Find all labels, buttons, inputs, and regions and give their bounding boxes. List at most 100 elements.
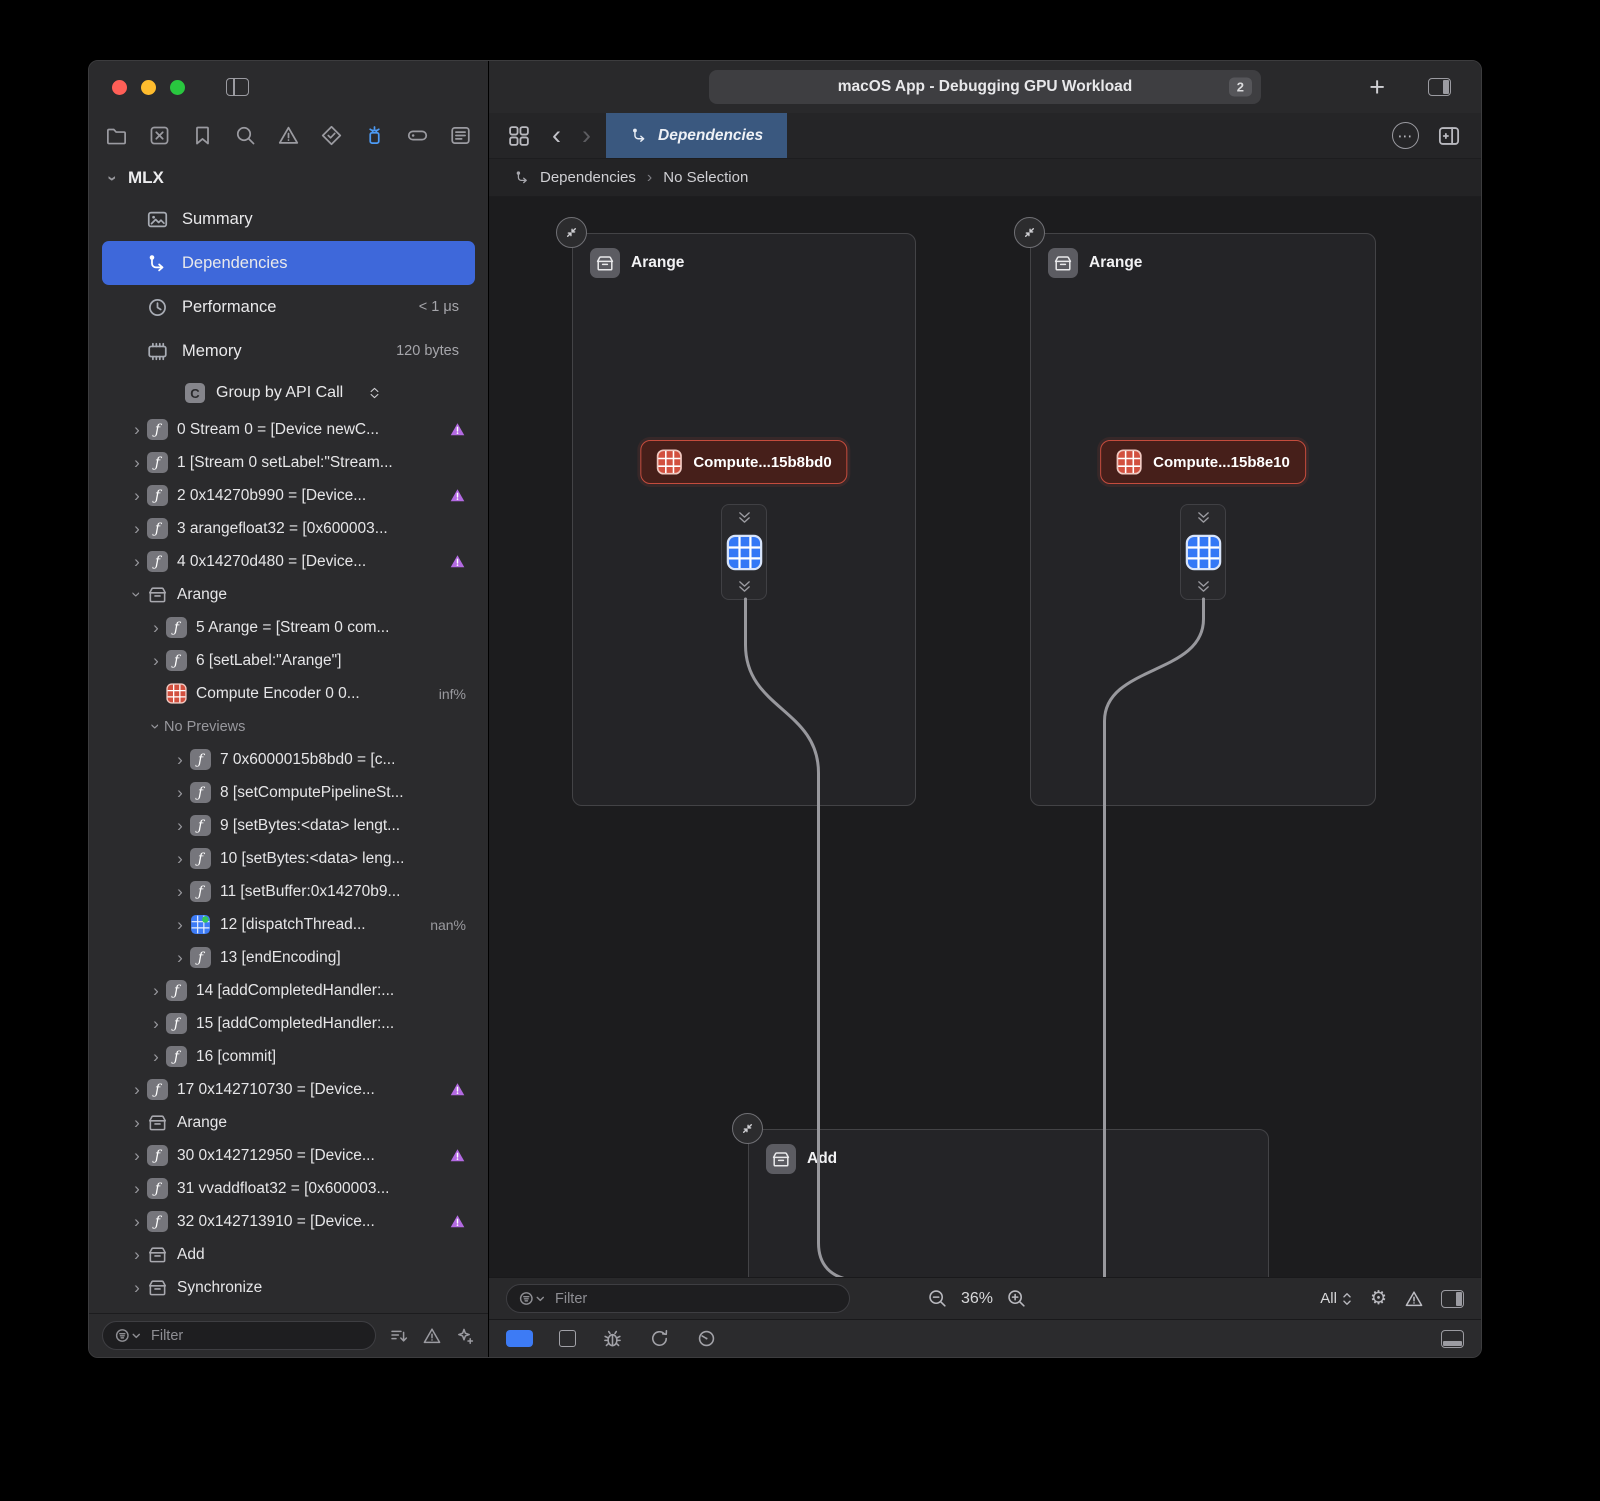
runtime-warning-icon[interactable] bbox=[449, 553, 466, 570]
group-by-api-call[interactable]: C Group by API Call bbox=[89, 373, 488, 413]
tree-row[interactable]: ›ƒ11 [setBuffer:0x14270b9... bbox=[89, 875, 488, 908]
collapse-group-icon[interactable] bbox=[556, 217, 587, 248]
add-editor-icon[interactable] bbox=[1437, 124, 1461, 148]
navigator-tag-icon[interactable] bbox=[406, 124, 429, 147]
refresh-icon[interactable] bbox=[649, 1328, 670, 1349]
forward-button[interactable]: › bbox=[582, 123, 591, 147]
collapse-group-icon[interactable] bbox=[732, 1113, 763, 1144]
compute-encoder-node[interactable]: Compute...15b8e10 bbox=[1100, 440, 1306, 484]
zoom-in-icon[interactable] bbox=[1006, 1288, 1027, 1309]
tree-row[interactable]: ›ƒ15 [addCompletedHandler:... bbox=[89, 1007, 488, 1040]
runtime-issues-icon[interactable] bbox=[455, 1326, 475, 1346]
buffer-grid-icon[interactable] bbox=[1185, 534, 1222, 571]
tree-row[interactable]: ›ƒ32 0x142713910 = [Device... bbox=[89, 1205, 488, 1238]
chevron-right-icon[interactable]: › bbox=[129, 1180, 145, 1197]
navigator-folder-icon[interactable] bbox=[105, 124, 128, 147]
tree-row[interactable]: ›Arange bbox=[89, 1106, 488, 1139]
window-title-pill[interactable]: macOS App - Debugging GPU Workload 2 bbox=[709, 70, 1261, 104]
tree-row[interactable]: ›12 [dispatchThread...nan% bbox=[89, 908, 488, 941]
tree-row[interactable]: ›ƒ30 0x142712950 = [Device... bbox=[89, 1139, 488, 1172]
tree-row[interactable]: ›ƒ6 [setLabel:"Arange"] bbox=[89, 644, 488, 677]
sidebar-item-memory[interactable]: Memory120 bytes bbox=[102, 329, 475, 373]
sidebar-item-summary[interactable]: Summary bbox=[102, 197, 475, 241]
scope-selector[interactable]: All bbox=[1320, 1290, 1353, 1308]
more-options-icon[interactable]: ⋯ bbox=[1392, 122, 1419, 149]
collapse-group-icon[interactable] bbox=[1014, 217, 1045, 248]
chevron-right-icon[interactable]: › bbox=[148, 982, 164, 999]
chevron-right-icon[interactable]: › bbox=[172, 751, 188, 768]
tree-row[interactable]: ›ƒ10 [setBytes:<data> leng... bbox=[89, 842, 488, 875]
zoom-out-icon[interactable] bbox=[927, 1288, 948, 1309]
tree-row[interactable]: ›Arange bbox=[89, 578, 488, 611]
issues-warning-icon[interactable] bbox=[1404, 1289, 1424, 1309]
runtime-warning-icon[interactable] bbox=[449, 1213, 466, 1230]
close-window-button[interactable] bbox=[112, 80, 127, 95]
sidebar-item-dependencies[interactable]: Dependencies bbox=[102, 241, 475, 285]
minimize-window-button[interactable] bbox=[141, 80, 156, 95]
chevron-right-icon[interactable]: › bbox=[172, 949, 188, 966]
navigator-bookmark-icon[interactable] bbox=[191, 124, 214, 147]
tab-dependencies[interactable]: Dependencies bbox=[606, 113, 787, 158]
tree-row[interactable]: Compute Encoder 0 0...inf% bbox=[89, 677, 488, 710]
breadcrumb-root[interactable]: Dependencies bbox=[540, 169, 636, 186]
navigator-list-icon[interactable] bbox=[449, 124, 472, 147]
tree-row[interactable]: ›ƒ14 [addCompletedHandler:... bbox=[89, 974, 488, 1007]
runtime-warning-icon[interactable] bbox=[449, 1081, 466, 1098]
canvas-filter-input[interactable]: Filter bbox=[506, 1284, 850, 1313]
navigator-regions-icon[interactable] bbox=[148, 124, 171, 147]
back-button[interactable]: ‹ bbox=[552, 123, 561, 147]
runtime-warning-icon[interactable] bbox=[449, 1147, 466, 1164]
tree-row[interactable]: ›ƒ3 arangefloat32 = [0x600003... bbox=[89, 512, 488, 545]
tree-row[interactable]: ›ƒ4 0x14270d480 = [Device... bbox=[89, 545, 488, 578]
add-tab-button[interactable]: + bbox=[1369, 74, 1385, 101]
chevron-right-icon[interactable]: › bbox=[172, 850, 188, 867]
chevron-right-icon[interactable]: › bbox=[129, 1213, 145, 1230]
chevron-right-icon[interactable]: › bbox=[129, 421, 145, 438]
chevron-right-icon[interactable]: › bbox=[172, 916, 188, 933]
tree-row[interactable]: ›ƒ1 [Stream 0 setLabel:"Stream... bbox=[89, 446, 488, 479]
chevron-right-icon[interactable]: › bbox=[129, 1114, 145, 1131]
tree-root-mlx[interactable]: › MLX bbox=[89, 159, 488, 197]
tree-row[interactable]: ›ƒ7 0x6000015b8bd0 = [c... bbox=[89, 743, 488, 776]
stepper-icon[interactable] bbox=[367, 383, 382, 403]
chevron-right-icon[interactable]: › bbox=[129, 1246, 145, 1263]
chevron-right-icon[interactable]: › bbox=[129, 1279, 145, 1296]
tab-overview-icon[interactable] bbox=[507, 124, 531, 148]
navigator-debug-icon[interactable] bbox=[363, 124, 386, 147]
tree-row[interactable]: ›ƒ5 Arange = [Stream 0 com... bbox=[89, 611, 488, 644]
chevron-down-icon[interactable]: › bbox=[105, 170, 122, 186]
chevron-right-icon[interactable]: › bbox=[148, 1015, 164, 1032]
zoom-window-button[interactable] bbox=[170, 80, 185, 95]
dependency-graph-canvas[interactable]: Arange Compute...15b8bd0 Arange bbox=[489, 197, 1481, 1277]
navigator-search-icon[interactable] bbox=[234, 124, 257, 147]
chevron-right-icon[interactable]: › bbox=[172, 883, 188, 900]
chevron-right-icon[interactable]: › bbox=[129, 454, 145, 471]
performance-gauge-icon[interactable] bbox=[696, 1328, 717, 1349]
tree-row[interactable]: ›ƒ16 [commit] bbox=[89, 1040, 488, 1073]
tree-row[interactable]: ›ƒ17 0x142710730 = [Device... bbox=[89, 1073, 488, 1106]
chevron-right-icon[interactable]: › bbox=[148, 619, 164, 636]
chevron-down-icon[interactable]: › bbox=[129, 587, 146, 603]
compute-encoder-node[interactable]: Compute...15b8bd0 bbox=[640, 440, 847, 484]
tree-row[interactable]: ›No Previews bbox=[89, 710, 488, 743]
chevron-right-icon[interactable]: › bbox=[129, 1081, 145, 1098]
tree-row[interactable]: ›ƒ9 [setBytes:<data> lengt... bbox=[89, 809, 488, 842]
chevron-right-icon[interactable]: › bbox=[129, 1147, 145, 1164]
flat-list-icon[interactable] bbox=[389, 1326, 409, 1346]
chevron-right-icon[interactable]: › bbox=[148, 1048, 164, 1065]
frame-view-button[interactable] bbox=[559, 1330, 576, 1347]
chevron-right-icon[interactable]: › bbox=[148, 652, 164, 669]
output-buffer-widget[interactable] bbox=[1180, 504, 1226, 600]
graph-view-button[interactable] bbox=[506, 1330, 533, 1347]
runtime-warning-icon[interactable] bbox=[449, 487, 466, 504]
chevron-right-icon[interactable]: › bbox=[172, 817, 188, 834]
chevron-right-icon[interactable]: › bbox=[129, 487, 145, 504]
toggle-right-panel-icon[interactable] bbox=[1441, 1290, 1464, 1308]
tree-row[interactable]: ›Add bbox=[89, 1238, 488, 1271]
chevron-right-icon[interactable]: › bbox=[172, 784, 188, 801]
tree-row[interactable]: ›ƒ2 0x14270b990 = [Device... bbox=[89, 479, 488, 512]
settings-gear-icon[interactable]: ⚙ bbox=[1370, 1289, 1387, 1308]
navigator-warning-icon[interactable] bbox=[277, 124, 300, 147]
sidebar-item-performance[interactable]: Performance< 1 μs bbox=[102, 285, 475, 329]
show-issues-icon[interactable] bbox=[422, 1326, 442, 1346]
